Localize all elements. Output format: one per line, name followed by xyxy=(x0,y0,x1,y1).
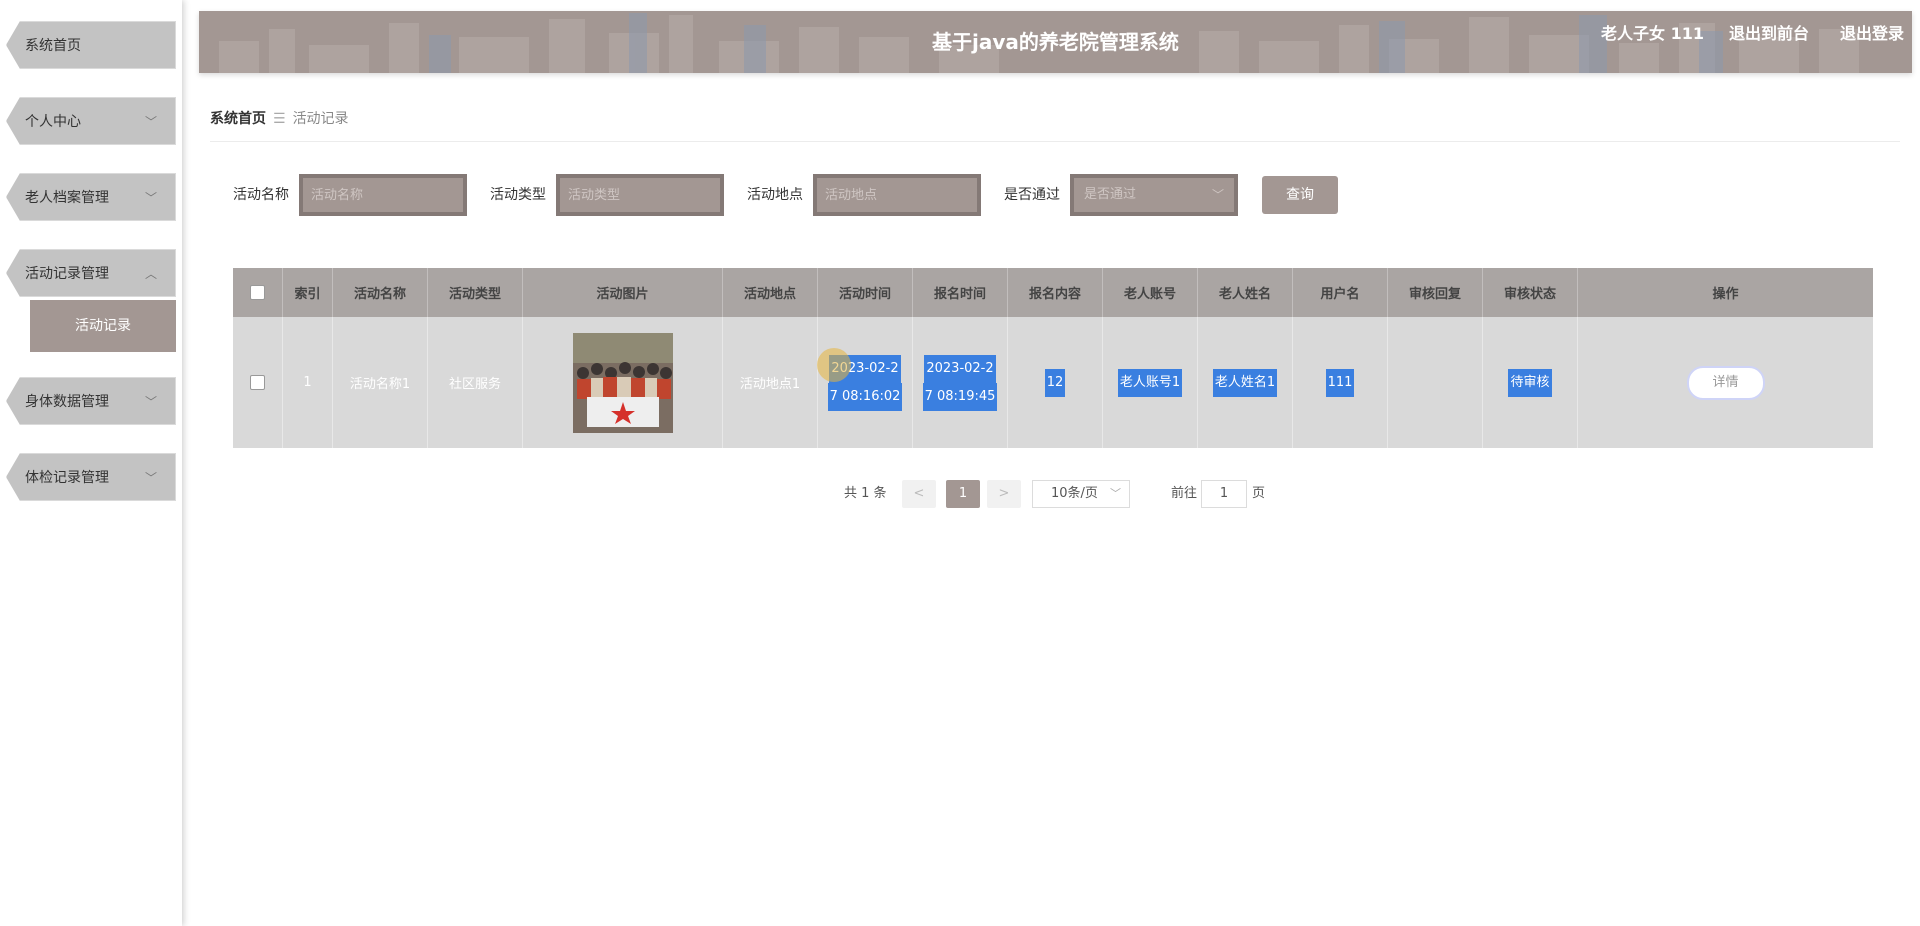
username-value: 111 xyxy=(1325,368,1355,397)
exit-to-front-link[interactable]: 退出到前台 xyxy=(1729,11,1809,57)
sidebar-item-label: 个人中心 xyxy=(25,114,81,130)
logout-link[interactable]: 退出登录 xyxy=(1840,11,1904,57)
column-header: 报名内容 xyxy=(1008,268,1103,317)
query-button[interactable]: 查询 xyxy=(1262,176,1338,214)
signup-time-line-2: 7 08:19:45 xyxy=(922,382,998,411)
sidebar-item-label: 身体数据管理 xyxy=(25,394,109,410)
row-select-cell xyxy=(233,317,283,448)
page-size-value: 10条/页 xyxy=(1051,486,1098,501)
activity-name-label: 活动名称 xyxy=(233,187,289,203)
submenu-item-activity-record[interactable]: 活动记录 xyxy=(30,300,176,352)
mouse-cursor-highlight xyxy=(817,348,851,382)
review-status-value: 待审核 xyxy=(1508,368,1552,397)
chevron-up-icon: ︿ xyxy=(144,267,157,281)
activity-time-line-2: 7 08:16:02 xyxy=(827,382,903,411)
column-header: 活动时间 xyxy=(818,268,913,317)
column-header: 活动图片 xyxy=(523,268,723,317)
activity-name-field xyxy=(299,174,467,216)
cell-activity-image xyxy=(523,317,723,448)
elder-name-value: 老人姓名1 xyxy=(1212,368,1278,397)
sidebar-item-checkup-records[interactable]: 体检记录管理 ﹀ xyxy=(6,453,176,501)
chevron-down-icon: ﹀ xyxy=(1211,188,1224,202)
approved-label: 是否通过 xyxy=(1004,187,1060,203)
column-header: 用户名 xyxy=(1293,268,1388,317)
column-header: 活动地点 xyxy=(723,268,818,317)
column-header: 操作 xyxy=(1712,287,1739,302)
signup-time-line-1: 2023-02-2 xyxy=(924,354,996,383)
table-row: 1 活动名称1 社区服务 活动地点1 2023-02-2 7 08:16:02 … xyxy=(233,317,1873,448)
activity-type-input[interactable] xyxy=(560,178,720,212)
column-header: 老人姓名 xyxy=(1198,268,1293,317)
prev-page-button[interactable]: < xyxy=(902,480,936,508)
sidebar-item-label: 活动记录管理 xyxy=(25,266,109,282)
cell-username: 111 xyxy=(1293,317,1388,448)
cell-review-status: 待审核 xyxy=(1483,317,1578,448)
sidebar-item-activity-records[interactable]: 活动记录管理 ︿ xyxy=(6,249,176,297)
column-header: 审核状态 xyxy=(1483,268,1578,317)
cell-elder-account: 老人账号1 xyxy=(1103,317,1198,448)
current-user: 老人子女 111 xyxy=(1601,24,1704,43)
cell-activity-type: 社区服务 xyxy=(428,317,523,448)
select-all-cell xyxy=(233,268,283,317)
breadcrumb-separator-icon: ☰ xyxy=(273,111,286,127)
chevron-down-icon: ﹀ xyxy=(144,471,157,485)
cell-index: 1 xyxy=(283,317,333,448)
breadcrumb-current: 活动记录 xyxy=(292,111,349,127)
chevron-down-icon: ﹀ xyxy=(144,395,157,409)
activity-location-field xyxy=(813,174,981,216)
sidebar-item-elder-archives[interactable]: 老人档案管理 ﹀ xyxy=(6,173,176,221)
sidebar-item-personal-center[interactable]: 个人中心 ﹀ xyxy=(6,97,176,145)
sidebar-item-label: 体检记录管理 xyxy=(25,470,109,486)
detail-button[interactable]: 详情 xyxy=(1686,365,1765,400)
cell-activity-location: 活动地点1 xyxy=(723,317,818,448)
column-header: 活动类型 xyxy=(428,268,523,317)
activity-name-input[interactable] xyxy=(303,178,463,212)
cell-activity-time: 2023-02-2 7 08:16:02 xyxy=(818,317,913,448)
breadcrumb: 系统首页 ☰ 活动记录 xyxy=(210,108,349,130)
row-checkbox[interactable] xyxy=(250,375,265,390)
column-header: 索引 xyxy=(283,268,333,317)
activity-type-field xyxy=(556,174,724,216)
chevron-down-icon: ﹀ xyxy=(144,191,157,205)
activity-location-label: 活动地点 xyxy=(747,187,803,203)
chevron-down-icon: ﹀ xyxy=(1110,487,1121,500)
table-body: 1 活动名称1 社区服务 活动地点1 2023-02-2 7 08:16:02 … xyxy=(233,317,1873,717)
cell-signup-time: 2023-02-2 7 08:19:45 xyxy=(913,317,1008,448)
column-header: 活动名称 xyxy=(333,268,428,317)
signup-content-value: 12 xyxy=(1044,368,1066,397)
elder-account-value: 老人账号1 xyxy=(1117,368,1183,397)
column-header: 老人账号 xyxy=(1103,268,1198,317)
goto-label: 前往 xyxy=(1171,486,1198,501)
goto-page-input[interactable]: 1 xyxy=(1201,480,1247,508)
next-page-button[interactable]: > xyxy=(987,480,1021,508)
sidebar: 系统首页 个人中心 ﹀ 老人档案管理 ﹀ 活动记录管理 ︿ 活动记录 身体数据管… xyxy=(0,0,182,926)
cell-elder-name: 老人姓名1 xyxy=(1198,317,1293,448)
sidebar-item-home[interactable]: 系统首页 xyxy=(6,21,176,69)
select-all-checkbox[interactable] xyxy=(250,285,265,300)
breadcrumb-home[interactable]: 系统首页 xyxy=(210,111,266,127)
table-header: 索引 活动名称 活动类型 活动图片 活动地点 活动时间 报名时间 报名内容 老人… xyxy=(233,268,1873,317)
top-header: 基于java的养老院管理系统 老人子女 111 退出到前台 退出登录 xyxy=(199,11,1912,73)
chevron-down-icon: ﹀ xyxy=(144,115,157,129)
page-number-button[interactable]: 1 xyxy=(946,480,980,508)
sidebar-item-body-data[interactable]: 身体数据管理 ﹀ xyxy=(6,377,176,425)
cell-activity-name: 活动名称1 xyxy=(333,317,428,448)
activity-photo[interactable] xyxy=(572,332,673,433)
cell-review-reply xyxy=(1388,317,1483,448)
cell-signup-content: 12 xyxy=(1008,317,1103,448)
sidebar-item-label: 老人档案管理 xyxy=(25,190,109,206)
page-unit-label: 页 xyxy=(1252,486,1266,501)
cell-actions: 详情 xyxy=(1578,317,1873,448)
column-header: 审核回复 xyxy=(1388,268,1483,317)
approved-select-placeholder: 是否通过 xyxy=(1084,187,1137,202)
approved-select[interactable]: 是否通过 ﹀ xyxy=(1070,174,1238,216)
activity-type-label: 活动类型 xyxy=(490,187,546,203)
activity-location-input[interactable] xyxy=(817,178,977,212)
page-size-select[interactable]: 10条/页 ﹀ xyxy=(1032,480,1130,508)
sidebar-item-label: 系统首页 xyxy=(25,38,81,54)
column-header: 报名时间 xyxy=(913,268,1008,317)
pagination-total: 共 1 条 xyxy=(844,486,887,501)
divider xyxy=(210,141,1900,142)
